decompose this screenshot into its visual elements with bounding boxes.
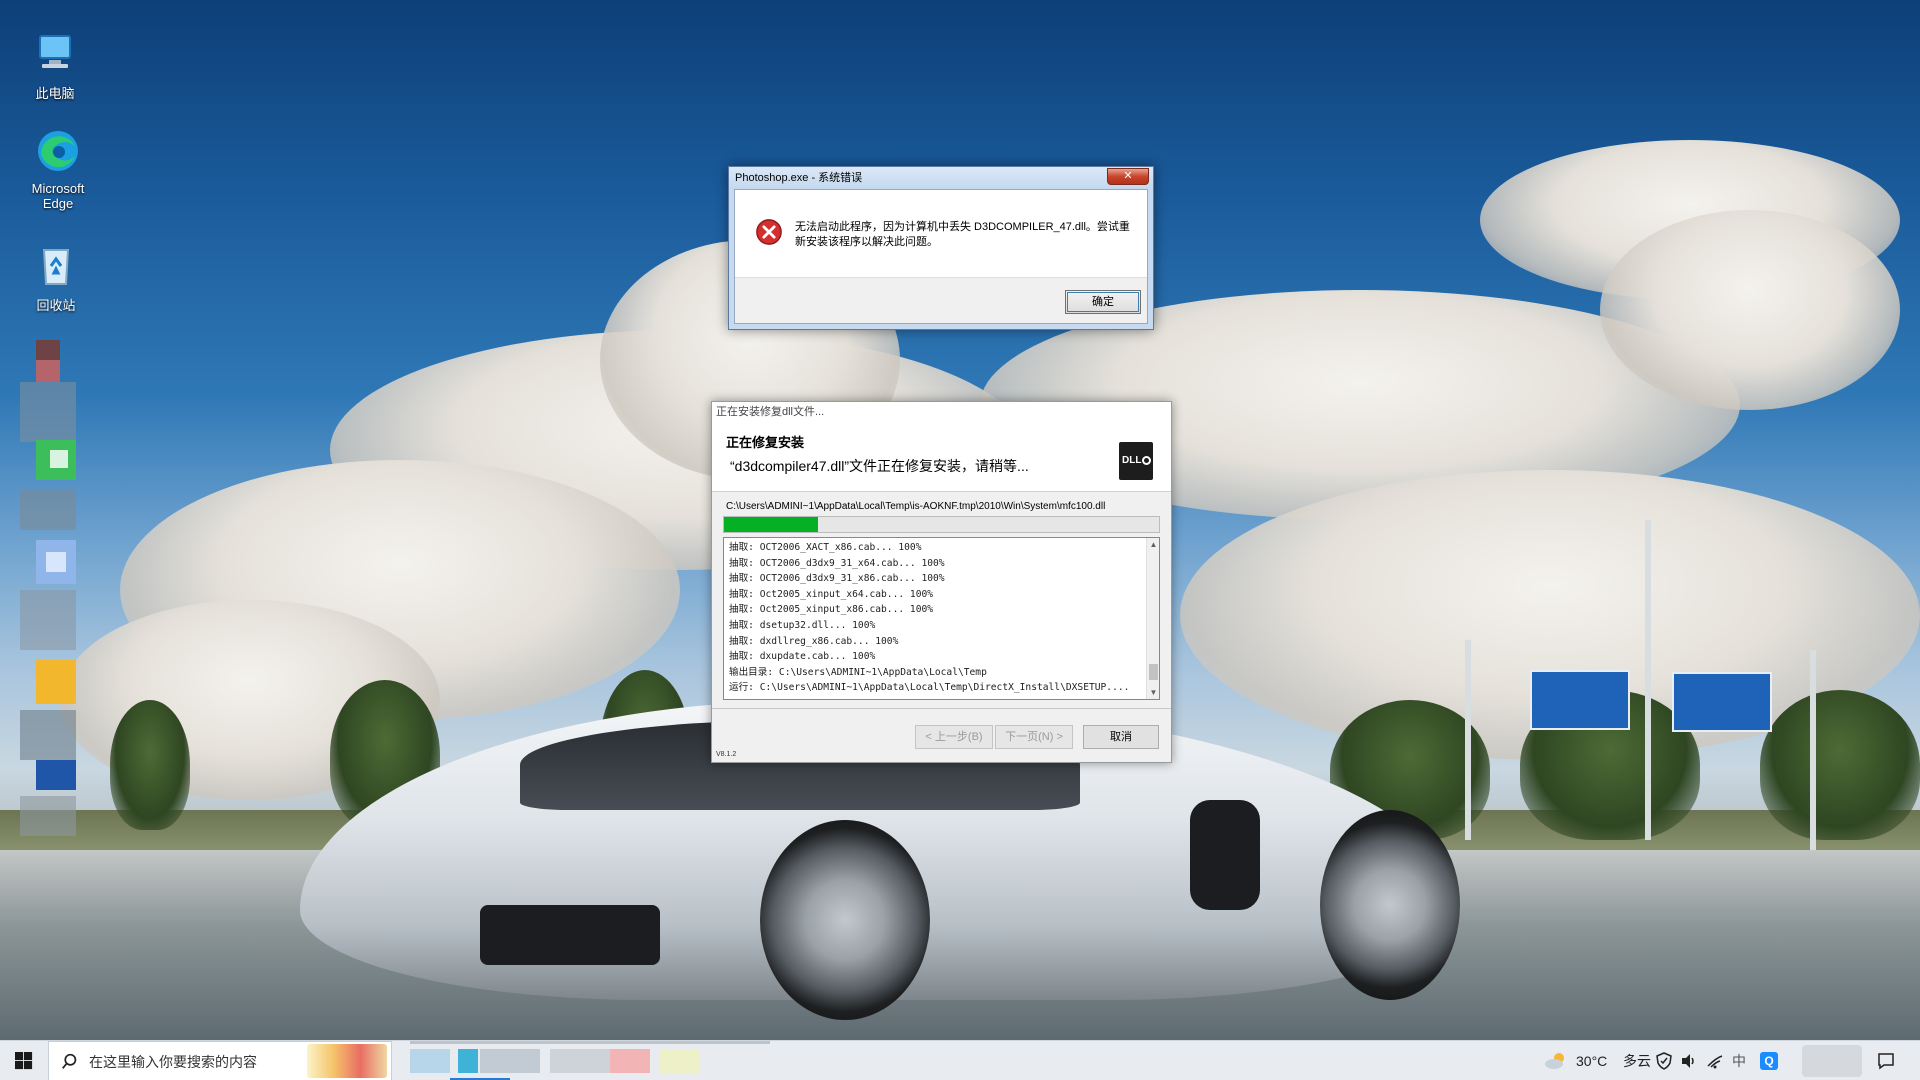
log-line: 抽取: OCT2006_d3dx9_31_x64.cab... 100% [729,557,945,569]
install-log-lines: 抽取: OCT2006_XACT_x86.cab... 100% 抽取: OCT… [724,538,1159,696]
desktop-icon-label: 此电脑 [35,86,75,101]
wallpaper-road-sign [1530,670,1630,730]
wallpaper-road-sign [1672,672,1772,732]
next-button[interactable]: 下一页(N) > [995,725,1073,749]
blurred-taskbar-apps[interactable] [410,1041,770,1080]
installer-version: V8.1.2 [716,751,737,758]
log-line: 运行: C:\Users\ADMINI~1\AppData\Local\Temp… [729,682,1130,694]
error-message-line-2: 新安装该程序以解决此问题。 [795,236,938,248]
computer-icon [39,35,71,68]
back-button[interactable]: < 上一步(B) [915,725,993,749]
weather-description[interactable]: 多云 [1623,1041,1651,1080]
install-log[interactable]: 抽取: OCT2006_XACT_x86.cab... 100% 抽取: OCT… [723,537,1160,700]
tray-app-label: Q [1764,1054,1774,1068]
wallpaper-lamp-pole [1810,650,1816,850]
error-message-line-1: 无法启动此程序，因为计算机中丢失 D3DCOMPILER_47.dll。尝试重 [795,221,1130,233]
error-dialog-title: Photoshop.exe - 系统错误 [735,172,863,184]
close-icon: ✕ [1123,170,1133,182]
dll-logo-text: DLL [1122,455,1142,466]
log-line: 抽取: OCT2006_XACT_x86.cab... 100% [729,542,922,553]
desktop-icon-label: Microsoft Edge [31,181,85,211]
installer-titlebar[interactable]: 正在安装修复dll文件... [712,402,1171,422]
error-dialog: Photoshop.exe - 系统错误 ✕ 无法启动此程序，因为计算机中丢失 … [728,166,1154,330]
wallpaper-car-wheel [760,820,930,1020]
install-progress-bar [723,516,1160,533]
gear-icon [1142,456,1151,465]
log-line: 抽取: dxupdate.cab... 100% [729,651,876,663]
input-method-indicator[interactable]: 中 [1732,1041,1746,1080]
security-shield-icon[interactable] [1655,1052,1673,1070]
volume-icon[interactable] [1680,1052,1698,1070]
taskbar: 在这里输入你要搜索的内容 30°C 多云 中 Q [0,1040,1920,1080]
wallpaper-car-vent [1190,800,1260,910]
search-icon [62,1053,77,1069]
log-line: 输出目录: C:\Users\ADMINI~1\AppData\Local\Te… [729,666,987,678]
search-placeholder: 在这里输入你要搜索的内容 [89,1054,257,1070]
edge-icon [38,131,78,171]
tray-app-icon[interactable]: Q [1760,1052,1778,1070]
wallpaper-lamp-pole [1645,520,1651,840]
wifi-icon[interactable] [1706,1052,1724,1070]
start-button[interactable] [0,1041,48,1080]
notification-center-icon[interactable] [1877,1052,1895,1070]
install-progress-fill [724,517,818,532]
blurred-desktop-icons [20,340,80,860]
current-file-path: C:\Users\ADMINI~1\AppData\Local\Temp\is-… [726,501,1106,512]
scroll-down-arrow-icon[interactable]: ▼ [1147,686,1159,699]
recycle-bin-icon [42,249,70,285]
wallpaper-tree [1760,690,1920,840]
desktop-icon-edge[interactable]: Microsoft Edge [18,128,98,211]
wallpaper-lamp-pole [1465,640,1471,840]
installer-divider [712,708,1171,709]
error-dialog-close-button[interactable]: ✕ [1107,168,1149,185]
log-line: 抽取: Oct2005_xinput_x86.cab... 100% [729,604,934,616]
wallpaper-cloud [1600,210,1900,410]
log-line: 抽取: dsetup32.dll... 100% [729,619,876,631]
installer-heading: 正在修复安装 [726,435,805,450]
desktop-icon-label: 回收站 [36,298,76,313]
installer-title: 正在安装修复dll文件... [716,406,825,418]
log-line: 抽取: Oct2005_xinput_x64.cab... 100% [729,588,934,600]
wallpaper-car-vent [480,905,660,965]
log-line: 抽取: OCT2006_d3dx9_31_x86.cab... 100% [729,573,945,585]
log-scrollbar[interactable]: ▲ ▼ [1146,538,1159,699]
log-line: 抽取: dxdllreg_x86.cab... 100% [729,635,899,647]
blurred-clock[interactable] [1802,1045,1862,1077]
error-dialog-body: 无法启动此程序，因为计算机中丢失 D3DCOMPILER_47.dll。尝试重 … [734,189,1148,324]
desktop-icon-recycle-bin[interactable]: 回收站 [16,242,96,314]
installer-subheading: “d3dcompiler47.dll”文件正在修复安装，请稍等... [730,458,1029,474]
error-dialog-footer: 确定 [735,277,1147,323]
error-dialog-titlebar[interactable]: Photoshop.exe - 系统错误 ✕ [729,167,1153,189]
taskbar-search-box[interactable]: 在这里输入你要搜索的内容 [48,1041,392,1080]
wallpaper-tree [110,700,190,830]
cancel-button[interactable]: 取消 [1083,725,1159,749]
desktop-icon-this-pc[interactable]: 此电脑 [15,30,95,102]
wallpaper-car-wheel [1320,810,1460,1000]
search-highlight-image [307,1044,387,1078]
error-x-icon [756,219,782,245]
scroll-up-arrow-icon[interactable]: ▲ [1147,538,1159,551]
installer-window: 正在安装修复dll文件... 正在修复安装 “d3dcompiler47.dll… [711,401,1172,763]
ok-button[interactable]: 确定 [1065,290,1141,314]
windows-logo-icon [15,1052,33,1070]
installer-header: 正在修复安装 “d3dcompiler47.dll”文件正在修复安装，请稍等..… [712,422,1171,492]
weather-temperature[interactable]: 30°C [1576,1041,1607,1080]
weather-cloudy-icon[interactable] [1544,1051,1568,1071]
log-scrollbar-thumb[interactable] [1149,664,1158,680]
dll-logo-icon: DLL [1119,442,1153,480]
